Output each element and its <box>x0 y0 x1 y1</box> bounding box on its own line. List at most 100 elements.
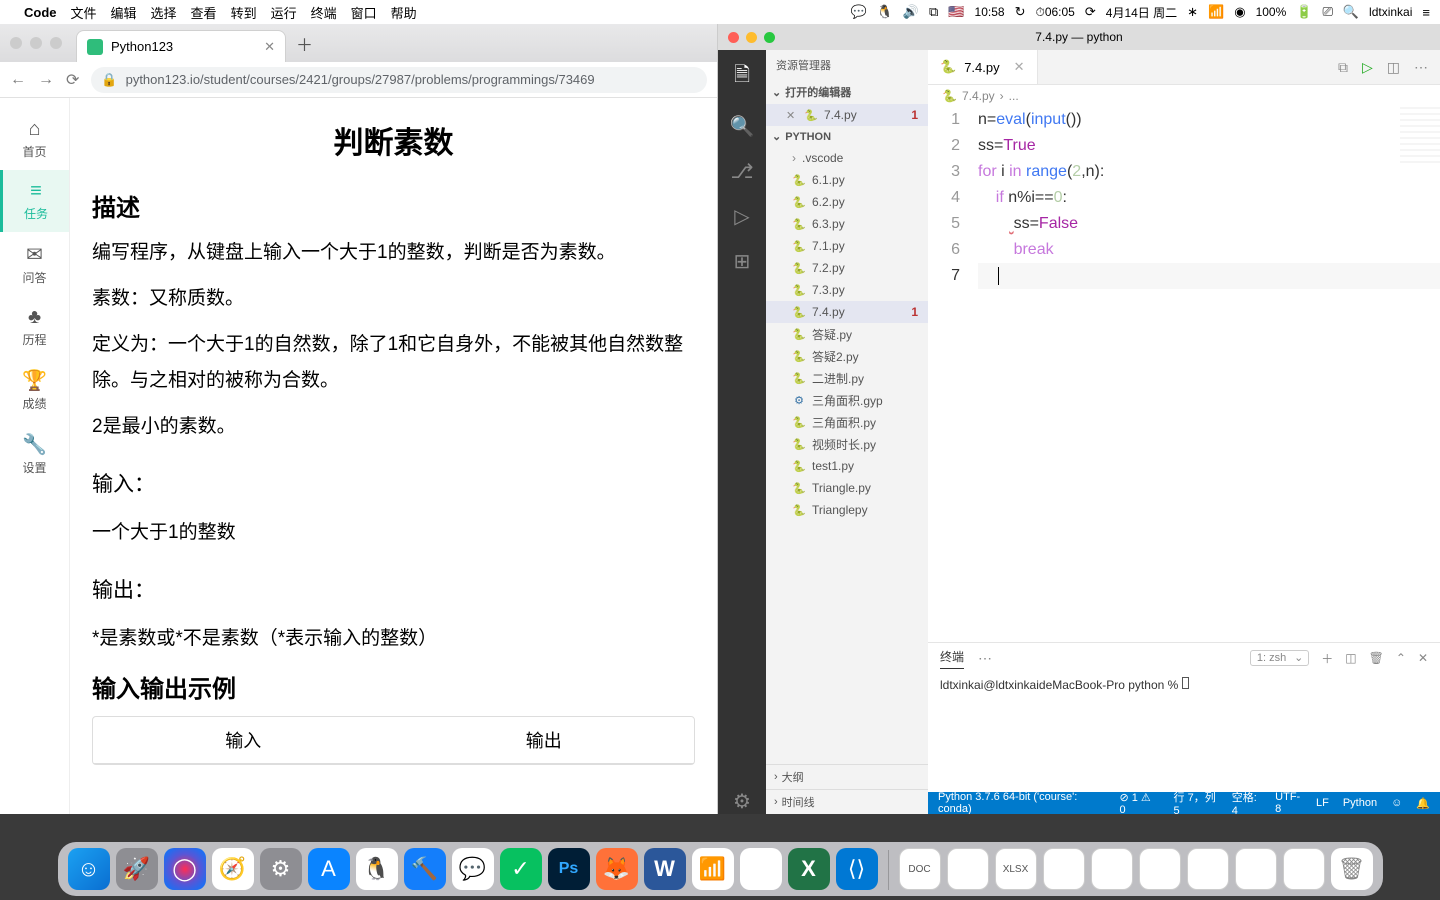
menubar-date[interactable]: 4月14日 周二 <box>1106 4 1177 21</box>
dock-doc6[interactable] <box>1139 848 1181 890</box>
dock-photoshop[interactable]: Ps <box>548 848 590 890</box>
dock-messages[interactable]: 💬 <box>452 848 494 890</box>
sidebar-item-history[interactable]: ♣历程 <box>0 296 69 358</box>
status-notifications-icon[interactable]: 🔔 <box>1416 789 1430 814</box>
dock-launchpad[interactable]: 🚀 <box>116 848 158 890</box>
active-app-name[interactable]: Code <box>24 5 57 20</box>
forward-icon[interactable]: → <box>38 71 54 89</box>
file-row[interactable]: 🐍7.2.py <box>766 257 928 279</box>
back-icon[interactable]: ← <box>10 71 26 89</box>
dock-doc4[interactable] <box>1043 848 1085 890</box>
open-editor-item[interactable]: ✕ 🐍 7.4.py 1 <box>766 104 928 126</box>
status-problems[interactable]: ⊘ 1 ⚠ 0 <box>1119 791 1157 815</box>
display-icon[interactable]: ⎚ <box>1322 4 1332 20</box>
menubar-clock[interactable]: 10:58 <box>975 5 1005 19</box>
panel-tab-terminal[interactable]: 终端 <box>940 648 964 669</box>
dock-settings[interactable]: ⚙ <box>260 848 302 890</box>
dock-appstore[interactable]: A <box>308 848 350 890</box>
search-icon[interactable]: 🔍 <box>730 114 755 139</box>
file-row[interactable]: 🐍6.2.py <box>766 191 928 213</box>
file-row[interactable]: 🐍Triangle.py <box>766 477 928 499</box>
browser-tab[interactable]: Python123 ✕ <box>76 30 286 62</box>
menu-help[interactable]: 帮助 <box>391 3 417 22</box>
layout-icon[interactable]: ◫ <box>1387 59 1400 76</box>
file-row[interactable]: 🐍答疑.py <box>766 323 928 345</box>
status-encoding[interactable]: UTF-8 <box>1275 789 1302 814</box>
status-language[interactable]: Python <box>1343 789 1377 814</box>
zoom-window-icon[interactable] <box>50 37 62 49</box>
dock-qq[interactable]: 🐧 <box>356 848 398 890</box>
close-tab-icon[interactable]: ✕ <box>264 39 275 55</box>
close-panel-icon[interactable]: ✕ <box>1418 651 1428 665</box>
dock-doc2[interactable] <box>947 848 989 890</box>
menu-run[interactable]: 运行 <box>271 3 297 22</box>
minimize-window-icon[interactable] <box>30 37 42 49</box>
minimize-window-icon[interactable] <box>746 32 757 43</box>
dock-xcode[interactable]: 🔨 <box>404 848 446 890</box>
control-center-icon[interactable]: ≡ <box>1422 5 1430 20</box>
menubar-timer[interactable]: ⏱06:05 <box>1035 5 1074 20</box>
project-section[interactable]: PYTHON <box>766 126 928 147</box>
status-feedback-icon[interactable]: ☺ <box>1391 789 1402 814</box>
menu-file[interactable]: 文件 <box>71 3 97 22</box>
wechat-tray-icon[interactable]: 💬 <box>850 4 866 20</box>
qq-tray-icon[interactable]: 🐧 <box>877 4 893 20</box>
split-editor-icon[interactable]: ⧉ <box>1338 59 1348 76</box>
menu-window[interactable]: 窗口 <box>351 3 377 22</box>
close-window-icon[interactable] <box>728 32 739 43</box>
timemachine-icon[interactable]: ⟳ <box>1085 4 1096 20</box>
terminal-select[interactable]: 1: zsh <box>1250 650 1309 666</box>
file-row[interactable]: 🐍7.3.py <box>766 279 928 301</box>
menu-terminal[interactable]: 终端 <box>311 3 337 22</box>
status-dot-icon[interactable]: ◉ <box>1234 4 1245 20</box>
run-debug-icon[interactable]: ▷ <box>734 204 749 229</box>
close-window-icon[interactable] <box>10 37 22 49</box>
dock-doc1[interactable]: DOC <box>899 848 941 890</box>
loop-icon[interactable]: ↻ <box>1015 4 1026 20</box>
sidebar-item-tasks[interactable]: ≡任务 <box>0 170 69 232</box>
sidebar-item-grades[interactable]: 🏆成绩 <box>0 358 69 422</box>
status-cursor-position[interactable]: 行 7，列 5 <box>1174 789 1218 814</box>
screen-mirroring-icon[interactable]: ⧉ <box>929 4 938 20</box>
address-bar[interactable]: 🔒 python123.io/student/courses/2421/grou… <box>91 67 707 93</box>
sidebar-item-home[interactable]: ⌂首页 <box>0 108 69 170</box>
menu-go[interactable]: 转到 <box>231 3 257 22</box>
bluetooth-icon[interactable]: ∗ <box>1187 4 1198 20</box>
status-eol[interactable]: LF <box>1316 789 1329 814</box>
terminal-body[interactable]: ldtxinkai@ldtxinkaideMacBook-Pro python … <box>928 673 1440 792</box>
dock-wifi-util[interactable]: 📶 <box>692 848 734 890</box>
explorer-icon[interactable]: 🗎 <box>734 60 750 94</box>
dock-chrome[interactable]: ◉ <box>740 848 782 890</box>
wifi-icon[interactable]: 📶 <box>1208 4 1224 20</box>
dock-trash[interactable]: 🗑 <box>1331 848 1373 890</box>
editor-code-area[interactable]: 1 2 3 4 5 6 7 n=eval(input()) ss=True fo… <box>928 107 1440 642</box>
minimap[interactable] <box>1400 107 1440 167</box>
timeline-section[interactable]: 时间线 <box>766 789 928 814</box>
input-method-icon[interactable]: 🇺🇸 <box>948 4 964 20</box>
close-editor-icon[interactable]: ✕ <box>786 109 798 122</box>
file-row[interactable]: 🐍视频时长.py <box>766 433 928 455</box>
dock-siri[interactable]: ◯ <box>164 848 206 890</box>
dock-firefox[interactable]: 🦊 <box>596 848 638 890</box>
sidebar-item-settings[interactable]: 🔧设置 <box>0 422 69 486</box>
code-lines[interactable]: n=eval(input()) ss=True for i in range(2… <box>978 107 1440 642</box>
outline-section[interactable]: 大纲 <box>766 764 928 789</box>
settings-gear-icon[interactable]: ⚙ <box>733 789 751 814</box>
sidebar-item-qa[interactable]: ✉问答 <box>0 232 69 296</box>
source-control-icon[interactable]: ⎇ <box>730 159 753 184</box>
dock-doc9[interactable] <box>1283 848 1325 890</box>
zoom-window-icon[interactable] <box>764 32 775 43</box>
new-terminal-icon[interactable]: ＋ <box>1321 650 1333 667</box>
vscode-traffic-lights[interactable] <box>728 32 775 43</box>
file-row[interactable]: 🐍Trianglepy <box>766 499 928 521</box>
status-indent[interactable]: 空格: 4 <box>1232 789 1261 814</box>
extensions-icon[interactable]: ⊞ <box>734 249 751 274</box>
menu-view[interactable]: 查看 <box>191 3 217 22</box>
dock-safari[interactable]: 🧭 <box>212 848 254 890</box>
volume-icon[interactable]: 🔊 <box>903 4 919 20</box>
status-python-env[interactable]: Python 3.7.6 64-bit ('course': conda) <box>938 791 1103 814</box>
file-row[interactable]: 🐍7.4.py1 <box>766 301 928 323</box>
more-actions-icon[interactable]: ⋯ <box>1414 59 1428 76</box>
close-tab-icon[interactable]: ✕ <box>1014 59 1025 75</box>
editor-tab[interactable]: 🐍 7.4.py ✕ <box>928 50 1038 84</box>
